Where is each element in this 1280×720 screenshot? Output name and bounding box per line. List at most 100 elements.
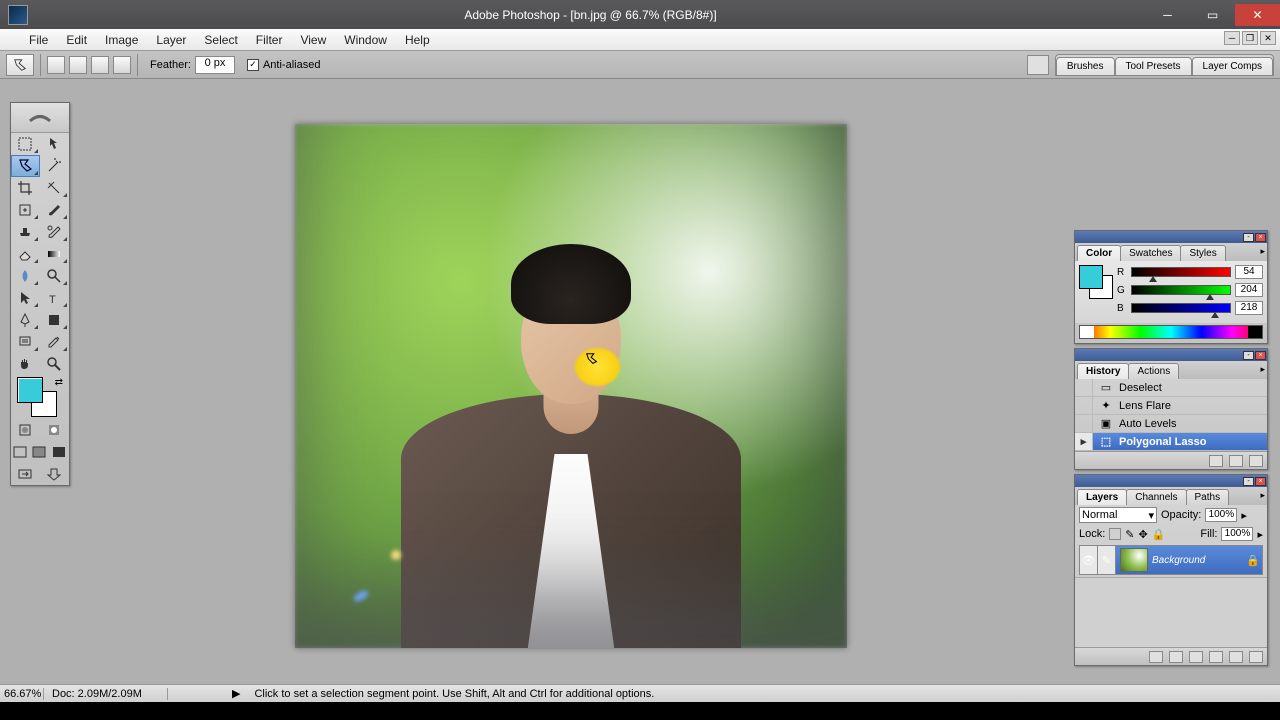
layer-delete-icon[interactable] (1249, 651, 1263, 663)
tool-blur[interactable] (11, 265, 40, 287)
tool-brush[interactable] (40, 199, 69, 221)
zoom-level[interactable]: 66.67% (4, 688, 44, 700)
lock-pixels-icon[interactable]: ✎ (1125, 528, 1134, 541)
toolbox-grip[interactable] (11, 103, 69, 133)
layer-edit-icon[interactable]: ✎ (1098, 546, 1116, 574)
panel-close-button[interactable]: × (1255, 351, 1266, 360)
document-canvas[interactable] (295, 124, 847, 648)
tool-dodge[interactable] (40, 265, 69, 287)
g-value[interactable]: 204 (1235, 283, 1263, 297)
tool-crop[interactable] (11, 177, 40, 199)
panel-minimize-button[interactable]: - (1243, 477, 1254, 486)
layer-new-icon[interactable] (1229, 651, 1243, 663)
history-item[interactable]: ▭Deselect (1075, 379, 1267, 397)
layer-fx-icon[interactable] (1149, 651, 1163, 663)
anti-aliased-checkbox[interactable]: ✓ (247, 59, 259, 71)
history-new-snapshot-icon[interactable] (1229, 455, 1243, 467)
menu-help[interactable]: Help (396, 29, 439, 51)
layer-row[interactable]: 👁 ✎ Background 🔒 (1079, 545, 1263, 575)
doc-close-button[interactable]: ✕ (1260, 31, 1276, 45)
doc-restore-button[interactable]: ❐ (1242, 31, 1258, 45)
tool-gradient[interactable] (40, 243, 69, 265)
tool-type[interactable]: T (40, 287, 69, 309)
selection-subtract-button[interactable] (91, 56, 109, 74)
window-minimize-button[interactable]: ─ (1145, 4, 1190, 26)
panel-minimize-button[interactable]: - (1243, 233, 1254, 242)
screen-mode-full[interactable] (50, 441, 69, 463)
tab-actions[interactable]: Actions (1128, 363, 1179, 379)
color-spectrum[interactable] (1079, 325, 1263, 339)
panel-menu-icon[interactable]: ▸ (1260, 490, 1265, 501)
history-item-active[interactable]: ▸⬚Polygonal Lasso (1075, 433, 1267, 451)
lock-transparency-icon[interactable] (1109, 528, 1121, 540)
menu-window[interactable]: Window (335, 29, 396, 51)
layer-set-icon[interactable] (1189, 651, 1203, 663)
b-slider[interactable] (1131, 303, 1231, 313)
opacity-input[interactable]: 100% (1205, 508, 1237, 522)
g-slider[interactable] (1131, 285, 1231, 295)
panel-menu-icon[interactable]: ▸ (1260, 246, 1265, 257)
feather-input[interactable]: 0 px (195, 56, 235, 74)
foreground-color-swatch[interactable] (17, 377, 43, 403)
doc-size[interactable]: Doc: 2.09M/2.09M (48, 688, 168, 700)
tab-paths[interactable]: Paths (1186, 489, 1230, 505)
layer-visibility-icon[interactable]: 👁 (1080, 546, 1098, 574)
menu-file[interactable]: File (20, 29, 57, 51)
tool-path-selection[interactable] (11, 287, 40, 309)
tool-shape[interactable] (40, 309, 69, 331)
window-maximize-button[interactable]: ▭ (1190, 4, 1235, 26)
layer-name[interactable]: Background (1152, 555, 1246, 566)
menu-view[interactable]: View (291, 29, 335, 51)
panel-menu-icon[interactable]: ▸ (1260, 364, 1265, 375)
screen-mode-full-menubar[interactable] (30, 441, 49, 463)
menu-edit[interactable]: Edit (57, 29, 96, 51)
tool-eyedropper[interactable] (40, 331, 69, 353)
selection-new-button[interactable] (47, 56, 65, 74)
lock-position-icon[interactable]: ✥ (1139, 528, 1148, 541)
tool-history-brush[interactable] (40, 221, 69, 243)
menu-image[interactable]: Image (96, 29, 147, 51)
fill-input[interactable]: 100% (1221, 527, 1253, 541)
jump-to-imageready[interactable] (11, 463, 40, 485)
window-close-button[interactable]: ✕ (1235, 4, 1280, 26)
tab-history[interactable]: History (1077, 363, 1129, 379)
tool-eraser[interactable] (11, 243, 40, 265)
edit-standard-mode[interactable] (11, 419, 40, 441)
history-new-doc-icon[interactable] (1209, 455, 1223, 467)
history-delete-icon[interactable] (1249, 455, 1263, 467)
lock-all-icon[interactable]: 🔒 (1152, 528, 1166, 541)
swap-colors-icon[interactable]: ⇄ (55, 377, 63, 388)
layer-adjustment-icon[interactable] (1209, 651, 1223, 663)
tool-magic-wand[interactable] (40, 155, 69, 177)
blend-mode-select[interactable]: Normal▾ (1079, 507, 1157, 523)
dock-tab-brushes[interactable]: Brushes (1056, 57, 1115, 76)
tab-color[interactable]: Color (1077, 245, 1121, 261)
file-browser-icon[interactable] (1027, 55, 1049, 75)
panel-foreground-swatch[interactable] (1079, 265, 1103, 289)
jump-to-other[interactable] (40, 463, 69, 485)
panel-close-button[interactable]: × (1255, 233, 1266, 242)
r-value[interactable]: 54 (1235, 265, 1263, 279)
panel-close-button[interactable]: × (1255, 477, 1266, 486)
tab-styles[interactable]: Styles (1180, 245, 1225, 261)
panel-minimize-button[interactable]: - (1243, 351, 1254, 360)
color-picker[interactable]: ⇄ (11, 375, 69, 419)
menu-select[interactable]: Select (195, 29, 246, 51)
tool-notes[interactable] (11, 331, 40, 353)
menu-layer[interactable]: Layer (147, 29, 195, 51)
tool-marquee[interactable] (11, 133, 40, 155)
selection-add-button[interactable] (69, 56, 87, 74)
tab-layers[interactable]: Layers (1077, 489, 1127, 505)
tool-zoom[interactable] (40, 353, 69, 375)
selection-intersect-button[interactable] (113, 56, 131, 74)
tool-move[interactable] (40, 133, 69, 155)
tool-clone-stamp[interactable] (11, 221, 40, 243)
b-value[interactable]: 218 (1235, 301, 1263, 315)
screen-mode-standard[interactable] (11, 441, 30, 463)
tool-slice[interactable] (40, 177, 69, 199)
r-slider[interactable] (1131, 267, 1231, 277)
history-item[interactable]: ✦Lens Flare (1075, 397, 1267, 415)
doc-minimize-button[interactable]: ─ (1224, 31, 1240, 45)
layer-thumbnail[interactable] (1120, 548, 1148, 572)
tool-pen[interactable] (11, 309, 40, 331)
